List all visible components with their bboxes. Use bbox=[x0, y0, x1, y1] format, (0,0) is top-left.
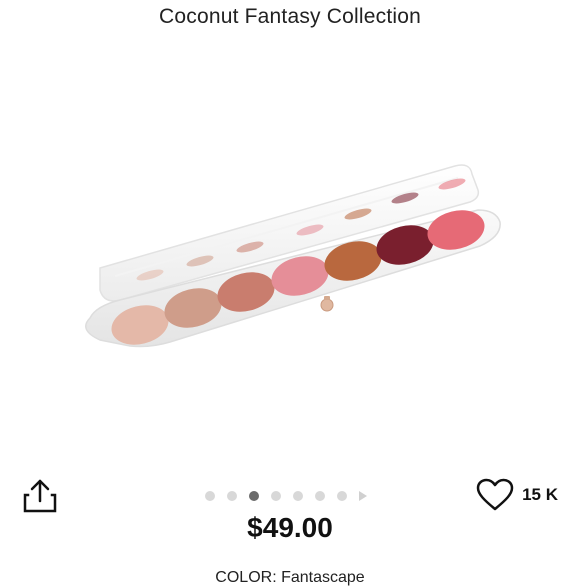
image-pagination bbox=[205, 491, 367, 501]
pagination-dot-7[interactable] bbox=[337, 491, 347, 501]
palette-clasp bbox=[320, 296, 334, 312]
collection-title: Coconut Fantasy Collection bbox=[159, 5, 421, 28]
price: $49.00 bbox=[247, 512, 333, 543]
color-selection-label: COLOR: Fantascape bbox=[215, 569, 365, 586]
share-button[interactable] bbox=[20, 476, 60, 516]
like-count: 15 K bbox=[522, 485, 558, 504]
product-brand-title bbox=[0, 0, 580, 2]
share-icon bbox=[23, 479, 57, 513]
product-image[interactable] bbox=[60, 150, 520, 360]
play-video-icon[interactable] bbox=[359, 491, 367, 501]
pagination-dot-2[interactable] bbox=[227, 491, 237, 501]
pagination-dot-4[interactable] bbox=[271, 491, 281, 501]
heart-icon bbox=[476, 478, 514, 511]
pagination-dot-6[interactable] bbox=[315, 491, 325, 501]
pagination-dot-5[interactable] bbox=[293, 491, 303, 501]
pagination-dot-3-active[interactable] bbox=[249, 491, 259, 501]
eyeshadow-palette-illustration bbox=[85, 164, 501, 348]
like-button[interactable]: 15 K bbox=[476, 478, 558, 512]
pagination-dot-1[interactable] bbox=[205, 491, 215, 501]
